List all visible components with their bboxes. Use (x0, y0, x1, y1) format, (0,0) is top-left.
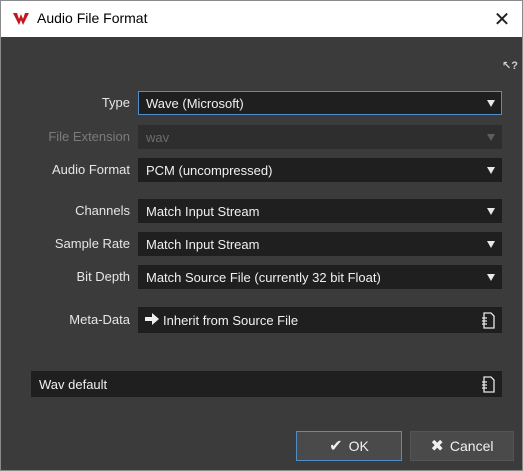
channels-select[interactable]: Match Input Stream (138, 199, 502, 223)
audio-format-select[interactable]: PCM (uncompressed) (138, 158, 502, 182)
sample-rate-row: Sample Rate Match Input Stream (1, 232, 522, 256)
arrow-right-icon (145, 313, 159, 325)
chevron-down-icon (487, 167, 495, 174)
dialog-content: ↖? Type Wave (Microsoft) File Extension … (1, 37, 522, 470)
type-select[interactable]: Wave (Microsoft) (138, 91, 502, 115)
file-extension-select: wav (138, 125, 502, 149)
channels-row: Channels Match Input Stream (1, 199, 522, 223)
chevron-down-icon (487, 134, 495, 141)
sample-rate-label: Sample Rate (54, 236, 130, 251)
title-bar: Audio File Format ✕ (1, 1, 522, 37)
type-value: Wave (Microsoft) (146, 96, 244, 111)
type-label: Type (101, 95, 130, 110)
close-icon: ✕ (493, 8, 511, 31)
file-extension-value: wav (146, 130, 170, 145)
file-extension-row: File Extension wav (1, 125, 522, 149)
chevron-down-icon (487, 274, 495, 281)
type-row: Type Wave (Microsoft) (1, 91, 522, 115)
wavelab-logo-icon (13, 13, 29, 25)
bit-depth-row: Bit Depth Match Source File (currently 3… (1, 265, 522, 289)
meta-data-value: Inherit from Source File (163, 313, 299, 328)
preset-field[interactable]: Wav default (31, 371, 502, 397)
meta-data-row: Meta-Data Inherit from Source File (1, 307, 522, 333)
sample-rate-select[interactable]: Match Input Stream (138, 232, 502, 256)
checkmark-icon: ✔ (329, 438, 343, 455)
channels-value: Match Input Stream (146, 204, 260, 219)
chevron-down-icon (487, 208, 495, 215)
audio-format-label: Audio Format (51, 162, 130, 177)
cancel-button[interactable]: ✖ Cancel (410, 431, 514, 461)
bit-depth-select[interactable]: Match Source File (currently 32 bit Floa… (138, 265, 502, 289)
meta-data-selector[interactable]: Inherit from Source File (138, 307, 502, 333)
chevron-down-icon (487, 100, 495, 107)
bit-depth-value: Match Source File (currently 32 bit Floa… (146, 270, 381, 285)
audio-format-row: Audio Format PCM (uncompressed) (1, 158, 522, 182)
cancel-button-label: Cancel (449, 438, 494, 454)
channels-label: Channels (75, 203, 130, 218)
window-title: Audio File Format (37, 10, 148, 26)
file-extension-label: File Extension (48, 129, 130, 144)
sample-rate-value: Match Input Stream (146, 237, 260, 252)
audio-file-format-dialog: Audio File Format ✕ ↖? Type Wave (Micros… (0, 0, 523, 471)
x-icon: ✖ (430, 438, 444, 455)
context-help-icon[interactable]: ↖? (502, 59, 518, 73)
meta-data-label: Meta-Data (69, 312, 130, 327)
chevron-down-icon (487, 241, 495, 248)
close-button[interactable]: ✕ (488, 5, 516, 33)
audio-format-value: PCM (uncompressed) (146, 163, 273, 178)
ok-button-label: OK (348, 438, 369, 454)
preset-document-icon[interactable] (481, 376, 495, 393)
preset-value: Wav default (39, 377, 108, 392)
preset-document-icon[interactable] (481, 312, 495, 329)
ok-button[interactable]: ✔ OK (296, 431, 402, 461)
bit-depth-label: Bit Depth (76, 269, 130, 284)
